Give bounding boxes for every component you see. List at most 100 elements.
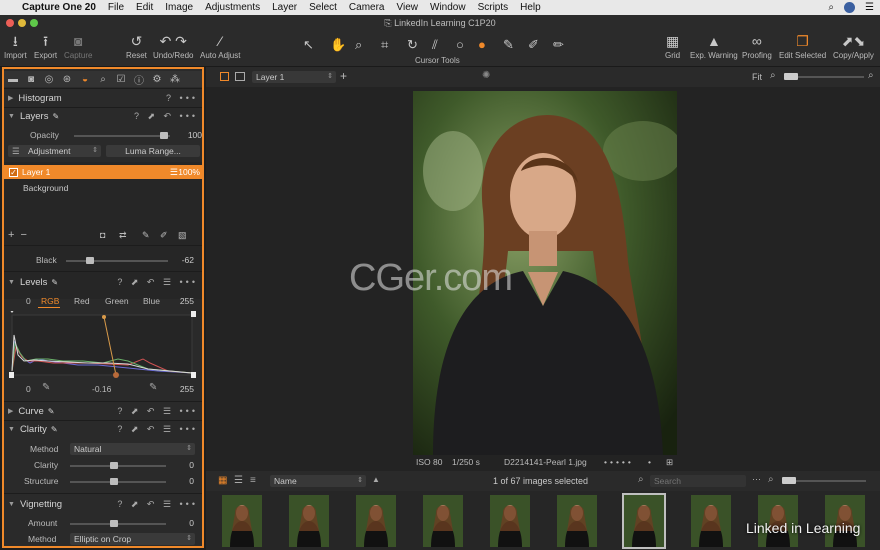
lens-tab-icon[interactable]: ◎ [40, 74, 58, 85]
sort-direction-icon[interactable]: ▲ [372, 475, 380, 484]
menu-app[interactable]: Capture One 20 [16, 2, 102, 13]
clarity-method-select[interactable]: Natural ⇕ [70, 443, 195, 455]
grid-view-icon[interactable]: ▦ [218, 475, 227, 486]
thumbnail[interactable] [557, 495, 597, 547]
thumb-zoom-out-icon[interactable]: ⌕ [768, 474, 774, 485]
layer-brush-icon[interactable]: ✎ [52, 112, 59, 121]
histogram-header-icons[interactable]: ? ••• [166, 93, 198, 103]
menu-file[interactable]: File [102, 2, 130, 13]
channel-rgb-tab[interactable]: RGB [41, 296, 59, 306]
adjustment-select[interactable]: ☰ Adjustment ⇕ [8, 145, 101, 157]
channel-red-tab[interactable]: Red [74, 296, 90, 306]
menu-select[interactable]: Select [303, 2, 343, 13]
channel-green-tab[interactable]: Green [105, 296, 129, 306]
layer-row-layer1[interactable]: ✓ Layer 1 ☰ 100% [4, 165, 202, 179]
levels-bottom-right-value[interactable]: 255 [174, 384, 194, 394]
zoom-out-icon[interactable]: ⌕ [770, 70, 776, 81]
capture-tab-icon[interactable]: ◙ [22, 74, 40, 85]
keystone-tool-icon[interactable]: ⫽ [432, 37, 438, 53]
auto-adjust-button[interactable]: ⁄ Auto Adjust [200, 33, 240, 60]
thumbnail[interactable] [423, 495, 463, 547]
search-options-icon[interactable]: ⋯ [752, 474, 761, 485]
rotate-tool-icon[interactable]: ↻ [407, 37, 418, 53]
list-view-icon[interactable]: ☰ [234, 475, 243, 486]
levels-header[interactable]: ▼ Levels ✎ ? ⬈ ↶ ☰ ••• [4, 274, 202, 290]
menu-scripts[interactable]: Scripts [472, 2, 515, 13]
thumbnail-size-knob[interactable] [782, 477, 796, 484]
clarity-header-icons[interactable]: ? ⬈ ↶ ☰ ••• [117, 424, 198, 435]
reset-button[interactable]: ↺ Reset [126, 33, 147, 60]
rating-dots[interactable]: ••••• [604, 457, 634, 467]
clarity-value[interactable]: 0 [172, 460, 194, 470]
vignetting-header[interactable]: ▼ Vignetting ? ⬈ ↶ ☰ ••• [4, 496, 202, 512]
spotlight-search-icon[interactable]: ⌕ [828, 2, 834, 13]
layer-sliders-icon[interactable]: ☰ [170, 167, 178, 178]
levels-bottom-left-value[interactable]: 0 [26, 384, 31, 394]
histogram-header[interactable]: ▶ Histogram ? ••• [4, 90, 202, 106]
user-avatar-icon[interactable] [844, 2, 856, 13]
metadata-tab-icon[interactable]: ⓘ [130, 72, 148, 87]
clarity-slider[interactable] [70, 462, 166, 469]
vignetting-method-select[interactable]: Elliptic on Crop ⇕ [70, 533, 195, 545]
black-value[interactable]: -62 [172, 255, 194, 265]
layers-header-icons[interactable]: ? ⬈ ↶ ••• [134, 111, 198, 122]
layer-row-background[interactable]: Background [4, 181, 202, 195]
structure-value[interactable]: 0 [172, 476, 194, 486]
capture-button[interactable]: ◙ Capture [64, 33, 92, 60]
crop-tool-icon[interactable]: ⌗ [381, 37, 388, 53]
thumbnail[interactable] [691, 495, 731, 547]
import-button[interactable]: ⭳ Import [4, 33, 27, 60]
image-grid-icon[interactable]: ⊞ [666, 457, 673, 468]
export-button[interactable]: ⭱ Export [34, 33, 57, 60]
close-window-button[interactable] [6, 19, 14, 27]
filmstrip-view-icon[interactable]: ≡ [250, 475, 256, 486]
amount-slider-knob[interactable] [110, 520, 118, 527]
black-point-picker-icon[interactable]: ✎ [42, 382, 50, 393]
brush-tool-icon[interactable]: ✎ [503, 37, 514, 53]
menu-adjustments[interactable]: Adjustments [199, 2, 266, 13]
mask-icon[interactable]: ◘ [100, 230, 105, 240]
curve-brush-icon[interactable]: ✎ [48, 407, 55, 416]
library-tab-icon[interactable]: ▬ [4, 74, 22, 85]
levels-header-icons[interactable]: ? ⬈ ↶ ☰ ••• [117, 277, 198, 288]
menu-help[interactable]: Help [514, 2, 547, 13]
black-slider-knob[interactable] [86, 257, 94, 264]
channel-blue-tab[interactable]: Blue [143, 296, 160, 306]
menu-view[interactable]: View [391, 2, 425, 13]
exposure-tab-icon[interactable]: ◒ [76, 74, 94, 85]
brush-mask-icon[interactable]: ✐ [160, 230, 168, 241]
spot-removal-tool-icon[interactable]: ○ [456, 37, 464, 52]
proofing-button[interactable]: ∞ Proofing [742, 33, 772, 60]
thumbnail[interactable] [356, 495, 396, 547]
luma-range-button[interactable]: Luma Range... [106, 145, 200, 157]
opacity-value[interactable]: 100 [180, 130, 202, 140]
thumbnail-size-slider[interactable] [782, 477, 866, 484]
copy-apply-button[interactable]: ⬈⬊ Copy/Apply [833, 33, 874, 60]
zoom-in-icon[interactable]: ⌕ [868, 70, 874, 81]
menu-window[interactable]: Window [424, 2, 472, 13]
pan-tool-icon[interactable]: ✋ [330, 37, 346, 53]
vignetting-header-icons[interactable]: ? ⬈ ↶ ☰ ••• [117, 499, 198, 510]
search-input[interactable] [650, 475, 746, 487]
sort-select[interactable]: Name ⇕ [270, 475, 366, 487]
picker-icon[interactable]: ✎ [142, 230, 150, 241]
annotate-tool-icon[interactable]: ✏ [553, 37, 564, 53]
remove-layer-icon[interactable]: − [20, 229, 26, 241]
exp-warning-button[interactable]: ▲ Exp. Warning [690, 33, 738, 60]
pointer-tool-icon[interactable]: ↖ [303, 37, 314, 53]
add-layer-icon[interactable]: + [340, 69, 347, 83]
menu-layer[interactable]: Layer [266, 2, 303, 13]
opacity-slider-knob[interactable] [160, 132, 168, 139]
structure-slider-knob[interactable] [110, 478, 118, 485]
layer-enable-checkbox[interactable]: ✓ [9, 167, 18, 177]
adjustments-tab-icon[interactable]: ☑ [112, 74, 130, 85]
clarity-slider-knob[interactable] [110, 462, 118, 469]
minimize-window-button[interactable] [18, 19, 26, 27]
menu-list-icon[interactable]: ☰ [865, 2, 874, 13]
local-adjustments-tab-icon[interactable]: ⌕ [94, 74, 112, 85]
menu-edit[interactable]: Edit [130, 2, 159, 13]
thumbnail-selected[interactable] [622, 493, 666, 549]
amount-slider[interactable] [70, 520, 166, 527]
thumbnail[interactable] [222, 495, 262, 547]
thumbnail[interactable] [289, 495, 329, 547]
